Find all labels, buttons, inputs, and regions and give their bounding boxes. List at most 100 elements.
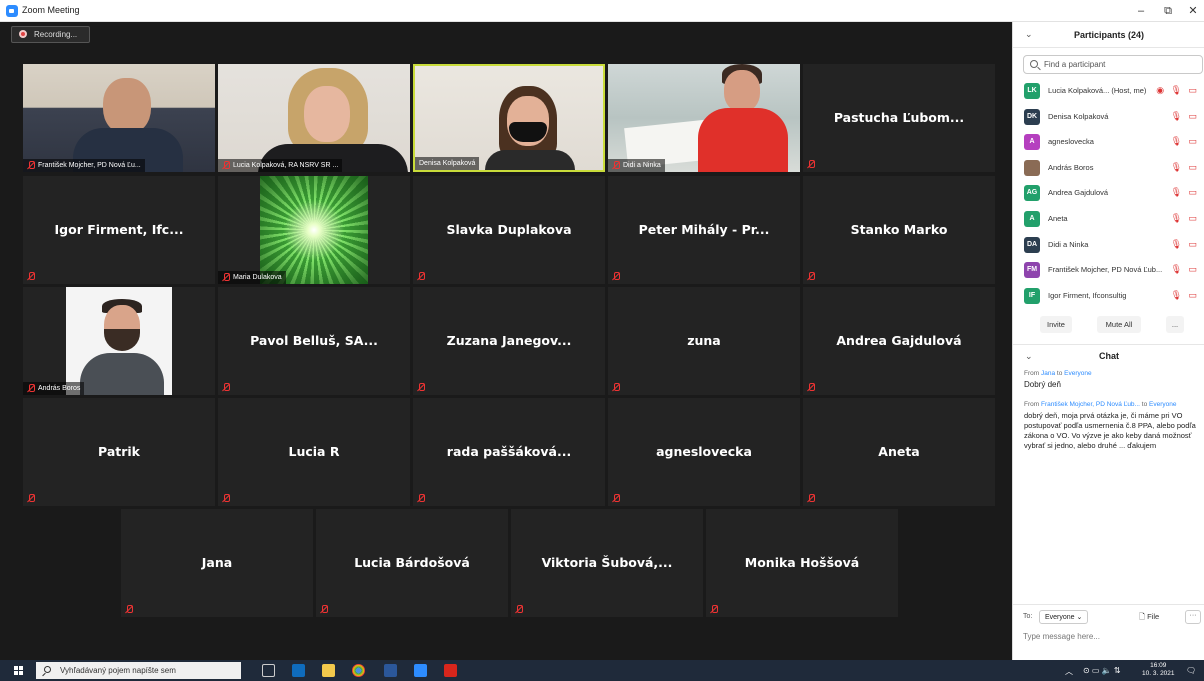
participant-row[interactable]: IF Igor Firment, Ifconsultig 🎙 ▭: [1013, 283, 1204, 309]
participant-row[interactable]: FM František Mojcher, PD Nová Ľub... 🎙 ▭: [1013, 257, 1204, 283]
muted-mic-icon: [27, 383, 35, 393]
recording-label: Recording...: [34, 30, 78, 39]
participant-name-label: Denisa Kolpaková: [415, 157, 480, 170]
recipient-select[interactable]: Everyone ⌄: [1039, 610, 1089, 624]
video-tile[interactable]: Igor Firment, Ifc...: [23, 176, 215, 284]
participant-name: Denisa Kolpaková: [1048, 111, 1109, 121]
participant-name-label: Peter Mihály - Pr...: [638, 222, 770, 237]
tray-icons[interactable]: ⊙ ▭ 🔈 ⇅: [1083, 666, 1121, 675]
video-tile[interactable]: Andrea Gajdulová: [803, 287, 995, 395]
invite-button[interactable]: Invite: [1040, 316, 1072, 333]
taskbar-search-input[interactable]: Vyhľadávaný pojem napíšte sem: [36, 662, 241, 679]
video-tile[interactable]: Didi a Ninka: [608, 64, 800, 172]
message-input[interactable]: Type message here...: [1023, 632, 1100, 641]
tray-chevron-icon[interactable]: ︿: [1065, 666, 1073, 677]
video-tile[interactable]: Slavka Duplakova: [413, 176, 605, 284]
video-tile[interactable]: Pastucha Ľubom...: [803, 64, 995, 172]
participant-status-icons[interactable]: 🎙 ▭: [1171, 239, 1199, 250]
window-title: Zoom Meeting: [22, 5, 80, 15]
file-button[interactable]: 🗋 File: [1139, 611, 1159, 624]
video-tile[interactable]: Patrik: [23, 398, 215, 506]
taskbar-clock[interactable]: 16:09 10. 3. 2021: [1142, 662, 1175, 678]
participants-header: ⌄ Participants (24): [1013, 22, 1204, 48]
participant-name-label: Pavol Belluš, SA...: [250, 333, 378, 348]
video-tile[interactable]: Monika Hoššová: [706, 509, 898, 617]
muted-mic-icon: [612, 272, 620, 281]
muted-mic-icon: [710, 605, 718, 614]
file-explorer-icon[interactable]: [322, 664, 335, 677]
minimize-button[interactable]: –: [1130, 3, 1152, 19]
muted-mic-icon: [612, 160, 620, 170]
muted-mic-icon: [222, 160, 230, 170]
participant-row[interactable]: A Aneta 🎙 ▭: [1013, 206, 1204, 232]
video-tile[interactable]: Viktoria Šubová,...: [511, 509, 703, 617]
zoom-meeting-window: Zoom Meeting – ⧉ ✕ Recording... Františe…: [0, 0, 1204, 681]
word-icon[interactable]: [384, 664, 397, 677]
video-tile[interactable]: zuna: [608, 287, 800, 395]
participant-name: Aneta: [1048, 214, 1068, 223]
muted-mic-icon: [222, 494, 230, 503]
participant-status-icons[interactable]: 🎙 ▭: [1171, 162, 1199, 173]
muted-mic-icon: [612, 494, 620, 503]
zoom-taskbar-icon[interactable]: [414, 664, 427, 677]
notifications-icon[interactable]: 🗨: [1186, 666, 1196, 675]
clock-date: 10. 3. 2021: [1142, 670, 1175, 677]
participant-name: Andrea Gajdulová: [1048, 188, 1109, 198]
participant-name-label: Igor Firment, Ifc...: [54, 222, 184, 237]
video-tile[interactable]: František Mojcher, PD Nová Ľu...: [23, 64, 215, 172]
participant-name-label: Lucia Bárdošová: [354, 555, 470, 570]
mute-all-button[interactable]: Mute All: [1097, 316, 1141, 333]
muted-mic-icon: [320, 605, 328, 614]
participant-search-input[interactable]: Find a participant: [1023, 55, 1203, 74]
participant-status-icons[interactable]: 🎙 ▭: [1171, 264, 1199, 275]
video-tile[interactable]: Pavol Belluš, SA...: [218, 287, 410, 395]
avatar: A: [1024, 134, 1040, 151]
participant-status-icons[interactable]: 🎙 ▭: [1171, 111, 1199, 122]
close-button[interactable]: ✕: [1182, 3, 1204, 19]
acrobat-icon[interactable]: [444, 664, 457, 677]
participant-status-icons[interactable]: 🎙 ▭: [1171, 187, 1199, 198]
video-tile[interactable]: Maria Dulakova: [218, 176, 410, 284]
participant-row[interactable]: DK Denisa Kolpaková 🎙 ▭: [1013, 104, 1204, 130]
participant-name-label: Aneta: [878, 444, 920, 459]
participant-row[interactable]: Aagneslovecka 🎙 ▭: [1013, 129, 1204, 155]
participant-name-label: Slavka Duplakova: [446, 222, 572, 237]
task-view-icon[interactable]: [262, 664, 275, 677]
video-tile[interactable]: Lucia Kolpaková, RA NSRV SR ...: [218, 64, 410, 172]
video-tile[interactable]: Zuzana Janegov...: [413, 287, 605, 395]
outlook-icon[interactable]: [292, 664, 305, 677]
participant-name-label: Lucia Kolpaková, RA NSRV SR ...: [218, 159, 343, 172]
participant-row[interactable]: András Boros 🎙 ▭: [1013, 155, 1204, 181]
participant-row[interactable]: DA Didi a Ninka 🎙 ▭: [1013, 232, 1204, 258]
participant-status-icons[interactable]: 🎙 ▭: [1171, 213, 1199, 224]
participants-title: Participants (24): [1073, 30, 1145, 40]
participant-name-label: Zuzana Janegov...: [446, 333, 572, 348]
participant-status-icons[interactable]: 🎙 ▭: [1171, 136, 1199, 147]
video-tile[interactable]: Lucia R: [218, 398, 410, 506]
video-tile[interactable]: Denisa Kolpaková: [413, 64, 605, 172]
video-tile[interactable]: agneslovecka: [608, 398, 800, 506]
participant-name-label: Jana: [201, 555, 233, 570]
video-tile[interactable]: Aneta: [803, 398, 995, 506]
video-tile[interactable]: Peter Mihály - Pr...: [608, 176, 800, 284]
muted-mic-icon: [417, 272, 425, 281]
participant-status-icons[interactable]: 🎙 ▭: [1171, 290, 1199, 301]
participant-row[interactable]: AG Andrea Gajdulová 🎙 ▭: [1013, 180, 1204, 206]
chrome-icon[interactable]: [352, 664, 365, 677]
video-tile[interactable]: András Boros: [23, 287, 215, 395]
chat-header: ⌄ Chat: [1013, 344, 1204, 364]
video-tile[interactable]: rada paššáková...: [413, 398, 605, 506]
video-tile[interactable]: Lucia Bárdošová: [316, 509, 508, 617]
participant-name-label: Andrea Gajdulová: [836, 333, 962, 348]
muted-mic-icon: [222, 272, 230, 282]
video-tile[interactable]: Jana: [121, 509, 313, 617]
participant-status-icons[interactable]: ◉ 🎙 ▭: [1156, 85, 1199, 96]
participant-row[interactable]: LK Lucia Kolpaková... (Host, me) ◉ 🎙 ▭: [1013, 78, 1204, 104]
more-options-button[interactable]: ...: [1166, 316, 1184, 333]
video-tile[interactable]: Stanko Marko: [803, 176, 995, 284]
recording-indicator[interactable]: Recording...: [11, 26, 90, 43]
restore-button[interactable]: ⧉: [1157, 3, 1179, 19]
chat-message-text: Dobrý deň: [1024, 380, 1061, 389]
windows-start-icon[interactable]: [14, 666, 24, 676]
chat-more-button[interactable]: ···: [1185, 610, 1201, 624]
